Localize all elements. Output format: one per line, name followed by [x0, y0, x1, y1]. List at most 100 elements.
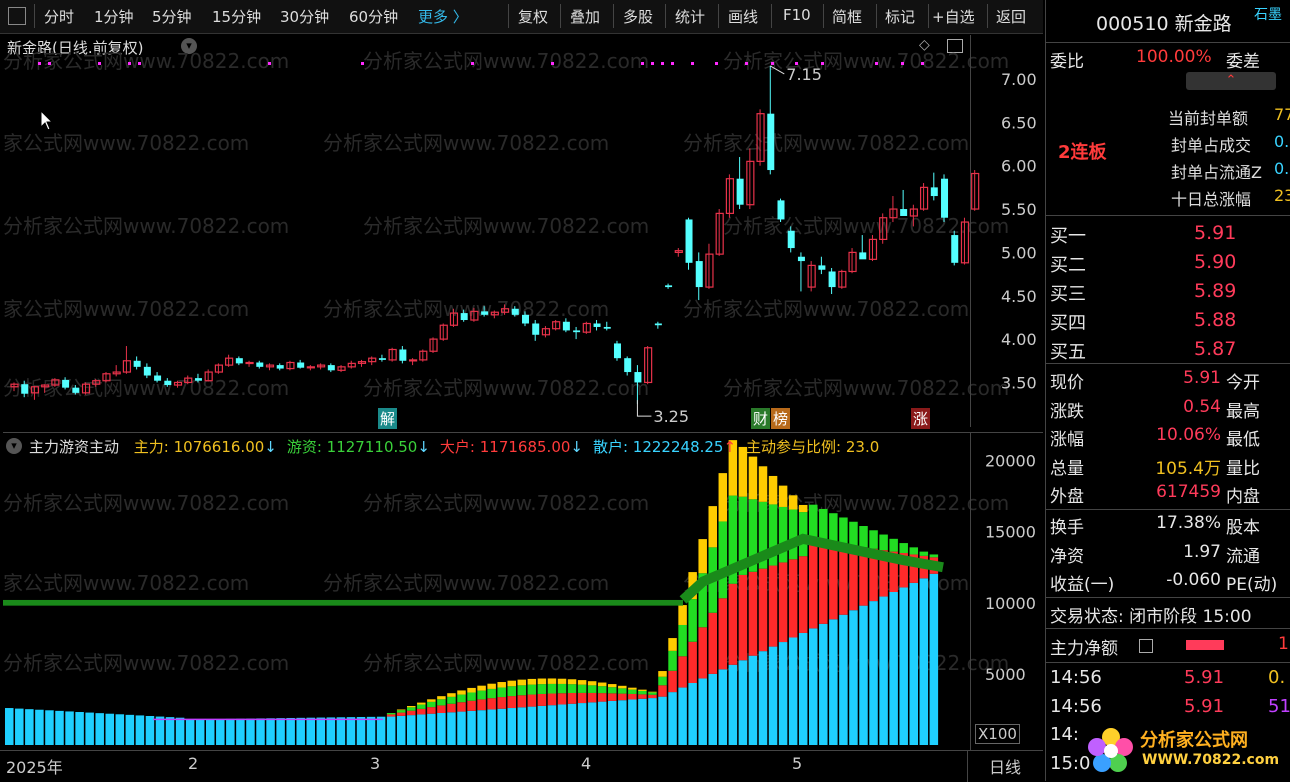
tab-timeshare[interactable]: 分时 — [44, 6, 74, 27]
flower-logo-icon — [1088, 728, 1133, 772]
tab-1min[interactable]: 1分钟 — [94, 6, 134, 27]
net-flow-bar — [1186, 640, 1224, 650]
event-label-limit-up[interactable]: 涨 — [911, 408, 931, 429]
btn-multi-stock[interactable]: 多股 — [623, 6, 653, 27]
candle-body — [21, 384, 29, 394]
hotmoney-bar — [557, 683, 567, 694]
candles-svg: 分析家公式网www.70822.com 分析家公式网www.70822.com 分析… — [3, 49, 1037, 426]
stat-label: 流通 — [1226, 546, 1260, 567]
seal-value: 0. — [1274, 132, 1290, 151]
list-icon[interactable] — [1139, 639, 1153, 653]
bigholder-bar — [708, 612, 717, 674]
bid-price[interactable]: 5.89 — [1194, 280, 1236, 302]
event-label-dragon-tiger[interactable]: 榜 — [771, 408, 791, 429]
retail-bar — [849, 610, 858, 745]
event-label-unlock[interactable]: 解 — [378, 408, 398, 429]
candle-body — [624, 358, 632, 373]
mainforce-bar — [497, 682, 506, 688]
bid-price[interactable]: 5.88 — [1194, 309, 1236, 331]
indicator-axis-divider — [970, 433, 971, 751]
candle-body — [900, 209, 908, 216]
high-marker-label: 7.15 — [786, 65, 822, 84]
candle-body — [481, 311, 489, 315]
btn-simple-frame[interactable]: 简框 — [832, 6, 862, 27]
date-axis: 2025年 2 3 4 5 日线 — [0, 750, 1043, 782]
toolbar-menu-icon[interactable] — [8, 7, 26, 25]
candle-body — [62, 379, 70, 388]
bigholder-bar — [748, 571, 758, 656]
btn-f10[interactable]: F10 — [783, 6, 811, 24]
bigholder-bar — [688, 641, 697, 684]
stat-label: 涨幅 — [1050, 430, 1084, 450]
btn-back[interactable]: 返回 — [996, 6, 1026, 27]
signal-dot — [691, 62, 694, 65]
indicator-value-0: 主力: 1076616.00 — [133, 438, 265, 456]
signal-dot — [651, 62, 654, 65]
mainforce-bar — [517, 679, 527, 686]
mainforce-bar — [457, 690, 466, 695]
unit-label: X100 — [975, 724, 1020, 744]
period-label[interactable]: 日线 — [989, 754, 1021, 778]
bigholder-bar — [487, 698, 496, 710]
hotmoney-bar — [658, 676, 667, 686]
hotmoney-bar — [648, 692, 657, 695]
btn-draw-line[interactable]: 画线 — [728, 6, 758, 27]
bigholder-bar — [417, 708, 426, 715]
price-tick-label: 3.50 — [1001, 373, 1037, 392]
btn-statistics[interactable]: 统计 — [675, 6, 705, 27]
mainforce-bar — [537, 678, 547, 685]
candle-body — [194, 378, 202, 381]
indicator-legend: 主力游资主动 主力: 1076616.00↓ 游资: 1127110.50↓ 大户:… — [29, 436, 969, 457]
tab-15min[interactable]: 15分钟 — [212, 6, 261, 27]
candlestick-chart[interactable]: 新金路(日线.前复权) ▾ ◇ 分析家公式网www.70822.com 分析家公式… — [3, 35, 1043, 429]
btn-adjust[interactable]: 复权 — [518, 6, 548, 27]
candle-body — [951, 235, 959, 263]
bid-price[interactable]: 5.91 — [1194, 222, 1236, 244]
tab-more[interactable]: 更多 〉 — [418, 6, 468, 27]
candle-body — [603, 326, 611, 329]
tab-60min[interactable]: 60分钟 — [349, 6, 398, 27]
watermark-text: 分析家公式网www.70822.com — [3, 49, 289, 73]
retail-bar — [256, 718, 265, 745]
watermark-text: 分析家公式网www.70822.com — [3, 491, 289, 515]
watermark-text: 分析家公式网www.70822.com — [723, 214, 1009, 238]
toolbar-divider — [508, 4, 509, 28]
candle-body — [378, 358, 386, 360]
bid-price[interactable]: 5.87 — [1194, 338, 1236, 360]
bid-label: 买二 — [1050, 255, 1086, 276]
retail-bar — [889, 591, 898, 745]
bigholder-bar — [467, 700, 476, 711]
watermark-text: 分析家公式网www.70822.com — [323, 131, 609, 155]
retail-bar — [608, 700, 617, 745]
candle-body — [164, 380, 172, 386]
toolbar-divider — [987, 4, 988, 28]
bigholder-bar — [386, 714, 396, 717]
toolbar-divider — [928, 4, 929, 28]
hotmoney-bar — [929, 554, 939, 558]
chevron-down-icon[interactable]: ▾ — [6, 438, 22, 454]
mainforce-bar — [567, 679, 577, 685]
retail-bar — [557, 704, 567, 745]
tick-time: 14:56 — [1050, 667, 1102, 688]
hotmoney-bar — [407, 707, 416, 711]
bigholder-bar — [718, 598, 728, 670]
candle-body — [532, 323, 540, 335]
concept-tag[interactable]: 石墨 — [1254, 4, 1282, 24]
candle-body — [143, 366, 151, 376]
retail-bar — [587, 702, 597, 745]
bid-price[interactable]: 5.90 — [1194, 251, 1236, 273]
bigholder-bar — [577, 692, 587, 704]
btn-mark[interactable]: 标记 — [885, 6, 915, 27]
btn-add-watchlist[interactable]: +自选 — [932, 6, 975, 27]
event-label-earnings[interactable]: 财 — [751, 408, 771, 429]
watermark-text: 分析家公式网www.70822.com — [3, 214, 289, 238]
retail-bar — [206, 719, 215, 745]
candle-body — [72, 387, 80, 393]
btn-overlay[interactable]: 叠加 — [570, 6, 600, 27]
hotmoney-bar — [889, 538, 898, 552]
capital-flow-indicator[interactable]: 20000 15000 10000 5000 分析家公式网www.70822.com 分析… — [3, 432, 1043, 751]
bigholder-bar — [768, 565, 778, 647]
tab-5min[interactable]: 5分钟 — [152, 6, 192, 27]
collapse-arrow-icon[interactable]: ⌃ — [1186, 72, 1276, 90]
tab-30min[interactable]: 30分钟 — [280, 6, 329, 27]
